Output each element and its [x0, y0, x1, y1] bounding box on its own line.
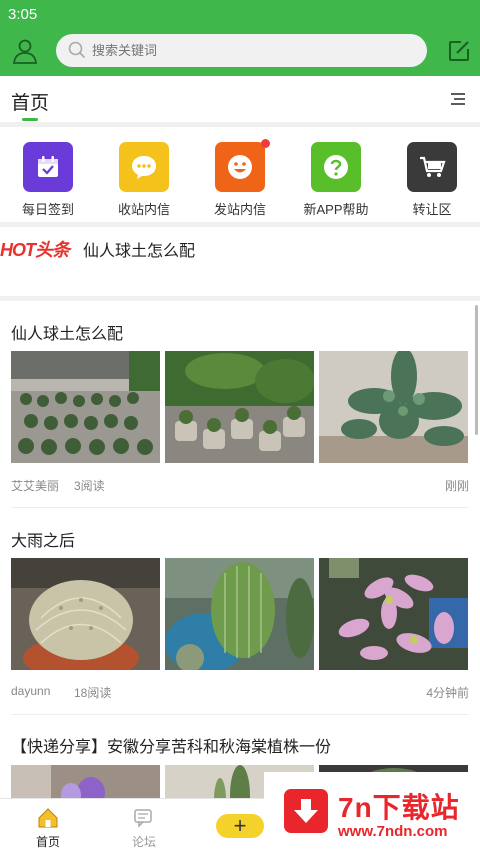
post-image-barrel-cactus[interactable]	[11, 558, 160, 670]
post-feed: 仙人球土怎么配 艾艾美丽 3阅读 刚刚 大雨之后 dayunn 18阅读 4分钟…	[0, 301, 480, 798]
watermark-url: www.7ndn.com	[338, 823, 448, 840]
forum-icon	[134, 809, 152, 828]
status-time: 3:05	[8, 6, 38, 23]
hot-badge: HOT头条	[0, 240, 70, 260]
hot-headline-title[interactable]: 仙人球土怎么配	[83, 237, 195, 261]
post-image-column-cactus[interactable]	[165, 558, 314, 670]
quick-action-inbox[interactable]: 收站内信	[109, 142, 179, 218]
search-input[interactable]	[92, 34, 412, 67]
watermark-title: 7n下载站	[338, 792, 460, 823]
quick-action-send-message[interactable]: 发站内信	[205, 139, 275, 218]
calendar-check-icon	[23, 142, 73, 192]
post-time: 4分钟前	[426, 686, 469, 700]
nav-home[interactable]: 首页	[18, 807, 78, 850]
status-bar: 3:05	[0, 0, 480, 26]
nav-home-label: 首页	[35, 835, 60, 849]
smiley-icon	[215, 139, 270, 192]
post-image-cactus-closeup[interactable]	[319, 351, 468, 463]
watermark: 7n下载站 www.7ndn.com	[264, 772, 480, 853]
hot-headline[interactable]: HOT头条 仙人球土怎么配	[0, 228, 480, 296]
post-author[interactable]: 艾艾美丽	[11, 479, 59, 493]
post-images	[11, 351, 469, 463]
new-post-button[interactable]: +	[216, 814, 264, 838]
post-title[interactable]: 仙人球土怎么配	[11, 320, 123, 344]
post-image-pink-flowers[interactable]	[319, 558, 468, 670]
post-time: 刚刚	[444, 479, 469, 493]
home-icon	[38, 808, 58, 828]
search-bar[interactable]	[56, 34, 427, 67]
post-separator	[11, 507, 469, 508]
post-image-cactus-pots[interactable]	[165, 351, 314, 463]
post-separator	[11, 714, 469, 715]
download-logo-icon	[284, 789, 328, 833]
notification-dot	[261, 139, 270, 148]
quick-action-label: 每日签到	[21, 202, 74, 217]
cart-icon	[407, 142, 457, 192]
quick-action-app-help[interactable]: 新APP帮助	[301, 142, 371, 218]
tab-home[interactable]: 首页	[11, 88, 49, 115]
top-bar	[0, 26, 480, 76]
quick-action-transfer[interactable]: 转让区	[397, 142, 467, 218]
nav-forum-label: 论坛	[131, 835, 156, 849]
tab-active-indicator	[22, 118, 38, 121]
scrollbar[interactable]	[475, 305, 478, 435]
quick-action-label: 发站内信	[213, 202, 266, 217]
quick-action-label: 收站内信	[117, 202, 170, 217]
quick-action-label: 转让区	[412, 202, 452, 217]
menu-icon[interactable]	[450, 92, 466, 106]
post-images	[11, 558, 469, 670]
help-question-icon	[311, 142, 361, 192]
tab-bar: 首页	[0, 76, 480, 122]
post-image-cactus-nursery[interactable]	[11, 351, 160, 463]
user-profile-icon[interactable]	[12, 38, 38, 64]
quick-action-daily-checkin[interactable]: 每日签到	[13, 142, 83, 218]
compose-icon[interactable]	[448, 40, 470, 62]
post-views: 3阅读	[74, 479, 105, 493]
quick-actions: 每日签到 收站内信 发站内信 新APP帮助 转让区	[0, 127, 480, 222]
post-views: 18阅读	[74, 686, 112, 700]
section-divider	[0, 222, 480, 227]
post-title[interactable]: 【快递分享】安徽分享苦科和秋海棠植株一份	[11, 733, 331, 757]
post-title[interactable]: 大雨之后	[11, 527, 75, 551]
post-author[interactable]: dayunn	[11, 684, 50, 698]
post-image-purple-plant[interactable]	[11, 765, 160, 798]
chat-bubble-icon	[119, 142, 169, 192]
search-icon	[68, 41, 86, 59]
post-meta: 艾艾美丽 3阅读 刚刚	[11, 477, 469, 494]
quick-action-label: 新APP帮助	[303, 202, 369, 217]
nav-forum[interactable]: 论坛	[114, 807, 174, 850]
post-meta: dayunn 18阅读 4分钟前	[11, 684, 469, 700]
